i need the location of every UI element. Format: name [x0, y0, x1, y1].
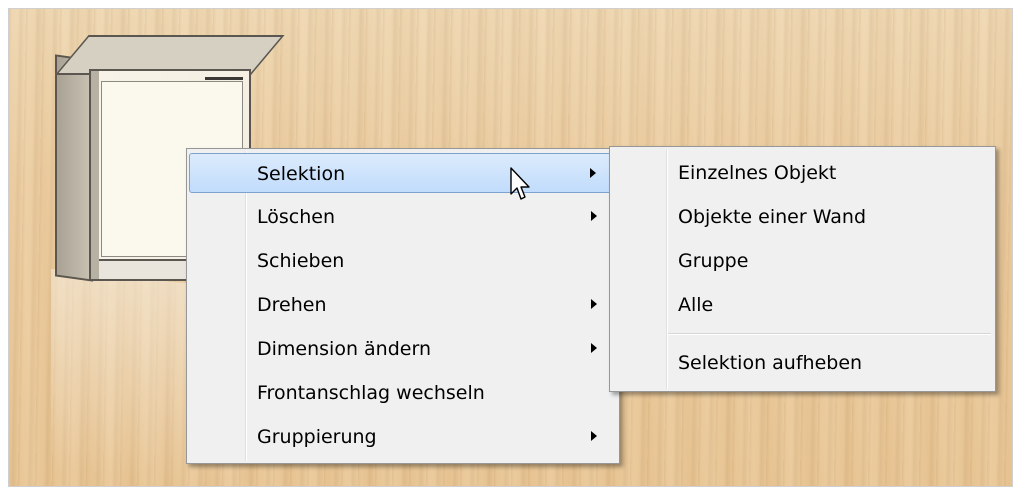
menu-item-drehen[interactable]: Drehen	[189, 285, 617, 325]
submenu-item-gruppe[interactable]: Gruppe	[612, 241, 993, 281]
menu-item-label: Einzelnes Objekt	[678, 162, 837, 184]
menu-item-label: Gruppierung	[257, 426, 377, 448]
menu-separator	[668, 333, 991, 334]
context-menu: Selektion Löschen Schieben Drehen Dimens…	[186, 148, 620, 464]
menu-item-label: Selektion	[257, 163, 346, 185]
submenu-item-selektion-aufheben[interactable]: Selektion aufheben	[612, 343, 993, 383]
arrow-pointer-icon	[510, 167, 530, 200]
cabinet-handle	[205, 77, 243, 80]
cabinet-side	[55, 54, 93, 282]
menu-item-label: Dimension ändern	[257, 338, 431, 360]
menu-item-label: Drehen	[257, 294, 327, 316]
menu-item-dimension-aendern[interactable]: Dimension ändern	[189, 329, 617, 369]
submenu-arrow-icon	[591, 299, 597, 309]
menu-item-frontanschlag-wechseln[interactable]: Frontanschlag wechseln	[189, 373, 617, 413]
menu-item-label: Löschen	[257, 206, 335, 228]
menu-item-label: Frontanschlag wechseln	[257, 382, 485, 404]
submenu-item-einzelnes-objekt[interactable]: Einzelnes Objekt	[612, 153, 993, 193]
submenu-arrow-icon	[590, 168, 596, 178]
selektion-submenu: Einzelnes Objekt Objekte einer Wand Grup…	[609, 146, 996, 392]
menu-item-label: Gruppe	[678, 250, 749, 272]
submenu-arrow-icon	[591, 211, 597, 221]
submenu-arrow-icon	[591, 343, 597, 353]
menu-item-selektion[interactable]: Selektion	[189, 153, 617, 193]
menu-item-loeschen[interactable]: Löschen	[189, 197, 617, 237]
submenu-item-objekte-einer-wand[interactable]: Objekte einer Wand	[612, 197, 993, 237]
menu-item-label: Objekte einer Wand	[678, 206, 867, 228]
submenu-arrow-icon	[591, 431, 597, 441]
menu-item-schieben[interactable]: Schieben	[189, 241, 617, 281]
submenu-item-alle[interactable]: Alle	[612, 285, 993, 325]
menu-item-label: Schieben	[257, 250, 345, 272]
menu-item-label: Alle	[678, 294, 714, 316]
menu-item-label: Selektion aufheben	[678, 352, 863, 374]
menu-item-gruppierung[interactable]: Gruppierung	[189, 417, 617, 457]
